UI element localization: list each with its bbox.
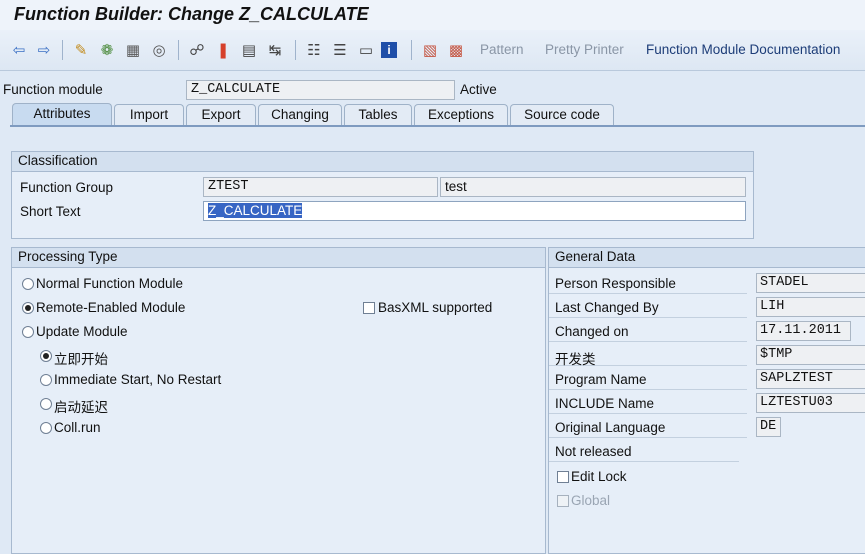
title-bar: Function Builder: Change Z_CALCULATE — [0, 0, 865, 30]
radio-normal-function-module[interactable] — [22, 278, 34, 290]
activate-icon[interactable]: ◎ — [148, 39, 170, 61]
tab-exceptions[interactable]: Exceptions — [414, 104, 508, 125]
include-name-label: INCLUDE Name — [549, 393, 747, 414]
back-icon[interactable]: ⇦ — [8, 39, 30, 61]
object-list-icon[interactable]: ▤ — [238, 39, 260, 61]
start-delayed-label: 启动延迟 — [54, 400, 108, 415]
classification-title: Classification — [12, 152, 753, 172]
toolbar-separator — [178, 40, 179, 60]
object-tree-icon[interactable]: ☰ — [329, 39, 351, 61]
tab-import[interactable]: Import — [114, 104, 184, 125]
short-text-value: Z_CALCULATE — [208, 203, 303, 218]
coll-run-label: Coll.run — [54, 420, 101, 435]
test-icon[interactable]: ☷ — [303, 39, 325, 61]
original-language-field[interactable]: DE — [756, 417, 781, 437]
radio-start-immediately[interactable] — [40, 350, 52, 362]
original-language-label: Original Language — [549, 417, 747, 438]
display-navigation-icon[interactable]: ↹ — [264, 39, 286, 61]
application-toolbar: ⇦ ⇨ ✎ ❁ ▦ ◎ ☍ ❚ ▤ ↹ ☷ ☰ ▭ i ▧ ▩ Pattern … — [0, 30, 865, 71]
function-module-documentation-button[interactable]: Function Module Documentation — [646, 42, 840, 57]
radio-update-module[interactable] — [22, 326, 34, 338]
toolbar-separator — [62, 40, 63, 60]
function-group-text: test — [440, 177, 746, 197]
edit-lock-checkbox[interactable] — [557, 471, 569, 483]
changed-on-label: Changed on — [549, 321, 747, 342]
short-text-label: Short Text — [20, 204, 81, 219]
global-checkbox — [557, 495, 569, 507]
status-text: Active — [460, 82, 497, 97]
radio-remote-enabled-module[interactable] — [22, 302, 34, 314]
tab-underline — [10, 125, 865, 127]
development-class-field[interactable]: $TMP — [756, 345, 865, 365]
classification-group: Classification Function Group ZTEST test… — [11, 151, 754, 239]
copy-icon[interactable]: ▩ — [445, 39, 467, 61]
edit-lock-label: Edit Lock — [571, 469, 627, 484]
normal-function-module-label: Normal Function Module — [36, 276, 184, 291]
where-used-icon[interactable]: ☍ — [186, 39, 208, 61]
last-changed-by-field[interactable]: LIH — [756, 297, 865, 317]
person-responsible-label: Person Responsible — [549, 273, 747, 294]
cut-icon[interactable]: ▧ — [419, 39, 441, 61]
general-data-group: General Data Person Responsible STADEL L… — [548, 247, 865, 554]
last-changed-by-label: Last Changed By — [549, 297, 747, 318]
immediate-start-no-restart-label: Immediate Start, No Restart — [54, 372, 222, 387]
release-status-text: Not released — [549, 441, 739, 462]
general-data-title: General Data — [549, 248, 865, 268]
forward-icon[interactable]: ⇨ — [33, 39, 55, 61]
toolbar-separator — [295, 40, 296, 60]
navigate-icon[interactable]: ❚ — [212, 39, 234, 61]
global-label: Global — [571, 493, 611, 508]
changed-on-field[interactable]: 17.11.2011 — [756, 321, 851, 341]
display-change-icon[interactable]: ✎ — [70, 39, 92, 61]
radio-immediate-start-no-restart[interactable] — [40, 374, 52, 386]
tab-attributes[interactable]: Attributes — [12, 103, 112, 126]
function-module-field[interactable]: Z_CALCULATE — [186, 80, 455, 100]
info-icon[interactable]: i — [381, 42, 397, 58]
function-group-label: Function Group — [20, 180, 114, 195]
other-object-icon[interactable]: ❁ — [96, 39, 118, 61]
toolbar-separator — [411, 40, 412, 60]
short-text-field[interactable]: Z_CALCULATE — [203, 201, 746, 221]
tab-tables[interactable]: Tables — [344, 104, 412, 125]
radio-coll-run[interactable] — [40, 422, 52, 434]
check-icon[interactable]: ▦ — [122, 39, 144, 61]
basxml-checkbox[interactable] — [363, 302, 375, 314]
processing-type-title: Processing Type — [12, 248, 545, 268]
person-responsible-field[interactable]: STADEL — [756, 273, 865, 293]
pretty-printer-button[interactable]: Pretty Printer — [545, 42, 624, 57]
pattern-button[interactable]: Pattern — [480, 42, 524, 57]
update-module-label: Update Module — [36, 324, 128, 339]
tab-export[interactable]: Export — [186, 104, 256, 125]
include-name-field[interactable]: LZTESTU03 — [756, 393, 865, 413]
radio-start-delayed[interactable] — [40, 398, 52, 410]
window-title: Function Builder: Change Z_CALCULATE — [14, 4, 369, 24]
function-group-field[interactable]: ZTEST — [203, 177, 438, 197]
remote-enabled-module-label: Remote-Enabled Module — [36, 300, 186, 315]
start-immediately-label: 立即开始 — [54, 352, 108, 367]
fullscreen-icon[interactable]: ▭ — [355, 39, 377, 61]
basxml-label: BasXML supported — [378, 300, 493, 315]
development-class-label: 开发类 — [549, 345, 747, 367]
tab-source-code[interactable]: Source code — [510, 104, 614, 125]
processing-type-group: Processing Type Normal Function Module R… — [11, 247, 546, 554]
program-name-field[interactable]: SAPLZTEST — [756, 369, 865, 389]
function-module-label: Function module — [3, 82, 103, 97]
program-name-label: Program Name — [549, 369, 747, 390]
tab-changing[interactable]: Changing — [258, 104, 342, 125]
